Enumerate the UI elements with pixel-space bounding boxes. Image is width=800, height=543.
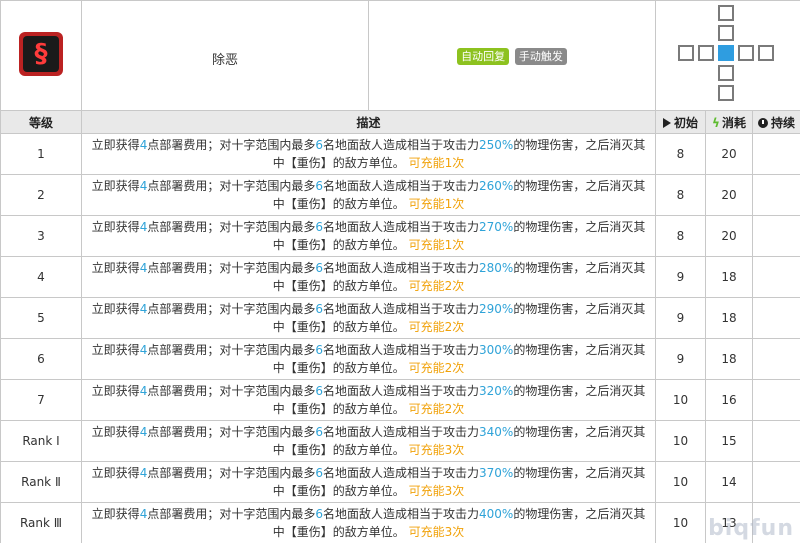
description-cell: 立即获得4点部署费用；对十字范围内最多6名地面敌人造成相当于攻击力400%的物理… [81,502,656,543]
tag-auto-recovery: 自动回复 [457,48,510,65]
description-cell: 立即获得4点部署费用；对十字范围内最多6名地面敌人造成相当于攻击力260%的物理… [81,174,656,216]
description-cell: 立即获得4点部署费用；对十字范围内最多6名地面敌人造成相当于攻击力250%的物理… [81,133,656,175]
sp-cost-cell: 16 [705,379,753,421]
level-cell: Rank Ⅲ [0,502,82,543]
table-row: 5 立即获得4点部署费用；对十字范围内最多6名地面敌人造成相当于攻击力290%的物… [0,297,800,339]
duration-cell [751,215,800,257]
table-row: 4 立即获得4点部署费用；对十字范围内最多6名地面敌人造成相当于攻击力280%的物… [0,256,800,298]
duration-cell [751,338,800,380]
range-tile [698,45,714,61]
range-tile [718,65,734,81]
initial-sp-cell: 10 [655,502,706,543]
range-tile [678,45,694,61]
skill-icon: § [19,32,63,76]
skill-icon-cell: § [0,0,82,111]
sp-cost-cell: 18 [705,338,753,380]
level-cell: 4 [0,256,82,298]
duration-cell [751,379,800,421]
description-cell: 立即获得4点部署费用；对十字范围内最多6名地面敌人造成相当于攻击力270%的物理… [81,215,656,257]
range-tile [718,85,734,101]
level-cell: 7 [0,379,82,421]
level-cell: 1 [0,133,82,175]
level-cell: Rank Ⅱ [0,461,82,503]
play-icon [662,117,671,128]
table-row: 3 立即获得4点部署费用；对十字范围内最多6名地面敌人造成相当于攻击力270%的物… [0,215,800,257]
operator-position-tile [718,45,734,61]
table-row: Rank Ⅰ 立即获得4点部署费用；对十字范围内最多6名地面敌人造成相当于攻击力3… [0,420,800,462]
table-row: 6 立即获得4点部署费用；对十字范围内最多6名地面敌人造成相当于攻击力300%的物… [0,338,800,380]
description-cell: 立即获得4点部署费用；对十字范围内最多6名地面敌人造成相当于攻击力370%的物理… [81,461,656,503]
duration-cell [751,297,800,339]
col-initial: 初始 [655,110,706,134]
level-cell: Rank Ⅰ [0,420,82,462]
attack-range-grid [654,0,800,111]
range-tile [718,25,734,41]
table-row: Rank Ⅲ 立即获得4点部署费用；对十字范围内最多6名地面敌人造成相当于攻击力4… [0,502,800,543]
sp-cost-cell: 20 [705,133,753,175]
level-cell: 2 [0,174,82,216]
description-cell: 立即获得4点部署费用；对十字范围内最多6名地面敌人造成相当于攻击力280%的物理… [81,256,656,298]
sp-cost-cell: 14 [705,461,753,503]
table-row: 7 立即获得4点部署费用；对十字范围内最多6名地面敌人造成相当于攻击力320%的物… [0,379,800,421]
tag-manual-trigger: 手动触发 [514,48,567,65]
initial-sp-cell: 8 [655,174,706,216]
watermark-logo: biqfun [708,516,794,541]
description-cell: 立即获得4点部署费用；对十字范围内最多6名地面敌人造成相当于攻击力340%的物理… [81,420,656,462]
initial-sp-cell: 8 [655,133,706,175]
sp-cost-cell: 18 [705,297,753,339]
sp-cost-cell: 20 [705,174,753,216]
clock-icon [758,117,768,128]
skill-header-row: § 除恶 自动回复 手动触发 [0,0,800,111]
level-cell: 3 [0,215,82,257]
skill-name: 除恶 [81,0,369,111]
duration-cell [751,420,800,462]
level-cell: 6 [0,338,82,380]
initial-sp-cell: 10 [655,420,706,462]
description-cell: 立即获得4点部署费用；对十字范围内最多6名地面敌人造成相当于攻击力300%的物理… [81,338,656,380]
initial-sp-cell: 9 [655,338,706,380]
duration-cell [751,256,800,298]
skill-page: § 除恶 自动回复 手动触发 等级 描述 初始 ϟ 消耗 持续 1 立即获得4点… [0,0,800,543]
table-row: 1 立即获得4点部署费用；对十字范围内最多6名地面敌人造成相当于攻击力250%的物… [0,133,800,175]
initial-sp-cell: 9 [655,256,706,298]
sp-cost-cell: 20 [705,215,753,257]
initial-sp-cell: 8 [655,215,706,257]
range-tile [758,45,774,61]
col-duration: 持续 [751,110,800,134]
initial-sp-cell: 9 [655,297,706,339]
duration-cell [751,133,800,175]
level-cell: 5 [0,297,82,339]
col-description: 描述 [81,110,656,134]
column-header-row: 等级 描述 初始 ϟ 消耗 持续 [0,110,800,134]
table-row: Rank Ⅱ 立即获得4点部署费用；对十字范围内最多6名地面敌人造成相当于攻击力3… [0,461,800,503]
sp-cost-cell: 18 [705,256,753,298]
range-tile [738,45,754,61]
initial-sp-cell: 10 [655,379,706,421]
table-row: 2 立即获得4点部署费用；对十字范围内最多6名地面敌人造成相当于攻击力260%的物… [0,174,800,216]
col-cost: ϟ 消耗 [705,110,753,134]
description-cell: 立即获得4点部署费用；对十字范围内最多6名地面敌人造成相当于攻击力320%的物理… [81,379,656,421]
duration-cell [751,174,800,216]
col-level: 等级 [0,110,82,134]
skill-table: § 除恶 自动回复 手动触发 等级 描述 初始 ϟ 消耗 持续 1 立即获得4点… [0,0,800,543]
initial-sp-cell: 10 [655,461,706,503]
skill-tags: 自动回复 手动触发 [368,0,656,111]
description-cell: 立即获得4点部署费用；对十字范围内最多6名地面敌人造成相当于攻击力290%的物理… [81,297,656,339]
range-tile [718,5,734,21]
lightning-icon: ϟ [712,115,720,130]
duration-cell [751,461,800,503]
sp-cost-cell: 15 [705,420,753,462]
